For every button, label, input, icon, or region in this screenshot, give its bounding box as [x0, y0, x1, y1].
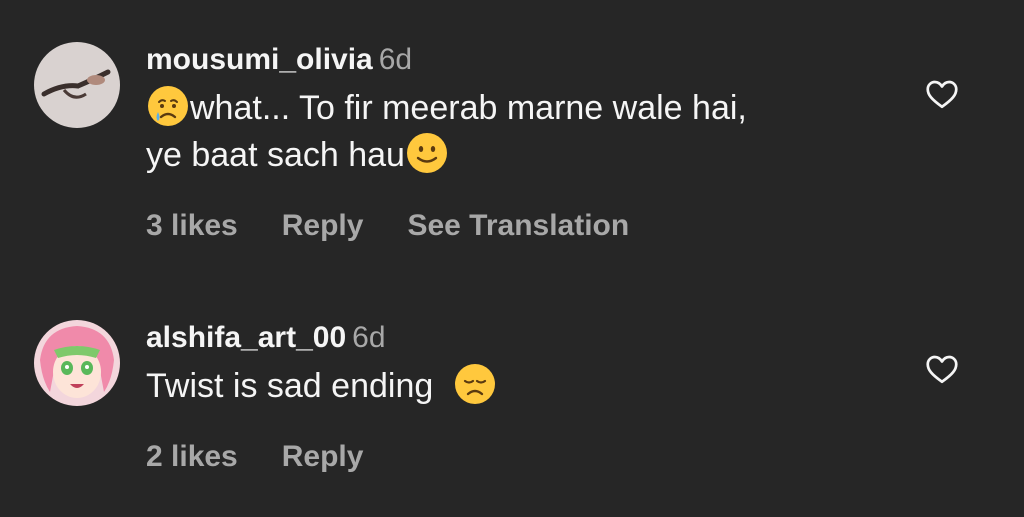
- timestamp: 6d: [378, 43, 413, 76]
- disappointed-face-icon: [454, 364, 495, 404]
- crying-face-icon: [148, 86, 188, 126]
- comment-actions: 3 likes Reply See Translation: [146, 206, 906, 246]
- avatar[interactable]: [34, 42, 120, 128]
- likes-count[interactable]: 3 likes: [146, 209, 238, 242]
- see-translation-button[interactable]: See Translation: [407, 209, 629, 242]
- comment-text: Twist is sad ending: [146, 362, 906, 409]
- comment-actions: 2 likes Reply: [146, 437, 906, 477]
- comment-text-line1: what... To fir meerab marne wale hai,: [190, 89, 747, 127]
- reply-button[interactable]: Reply: [282, 440, 364, 473]
- comment-header: alshifa_art_00 6d: [146, 318, 906, 358]
- comment-header: mousumi_olivia 6d: [146, 40, 906, 80]
- hands-photo-avatar-icon: [34, 42, 120, 128]
- avatar[interactable]: [34, 320, 120, 406]
- comment-text-line2: ye baat sach hau: [146, 136, 405, 174]
- username[interactable]: alshifa_art_00: [146, 321, 346, 354]
- anime-character-avatar-icon: [34, 320, 120, 406]
- username[interactable]: mousumi_olivia: [146, 43, 373, 76]
- likes-count[interactable]: 2 likes: [146, 440, 238, 473]
- reply-button[interactable]: Reply: [282, 209, 364, 242]
- heart-outline-icon[interactable]: [924, 351, 960, 387]
- comment-text: what... To fir meerab marne wale hai, ye…: [146, 84, 906, 178]
- timestamp: 6d: [352, 321, 386, 354]
- comment-body: mousumi_olivia 6d what... To fir meerab m…: [146, 40, 906, 246]
- heart-outline-icon[interactable]: [924, 76, 960, 112]
- slightly-smiling-face-icon: [406, 133, 447, 173]
- comment-body: alshifa_art_00 6d Twist is sad ending 2 l…: [146, 318, 906, 477]
- comment-text-line1: Twist is sad ending: [146, 367, 434, 405]
